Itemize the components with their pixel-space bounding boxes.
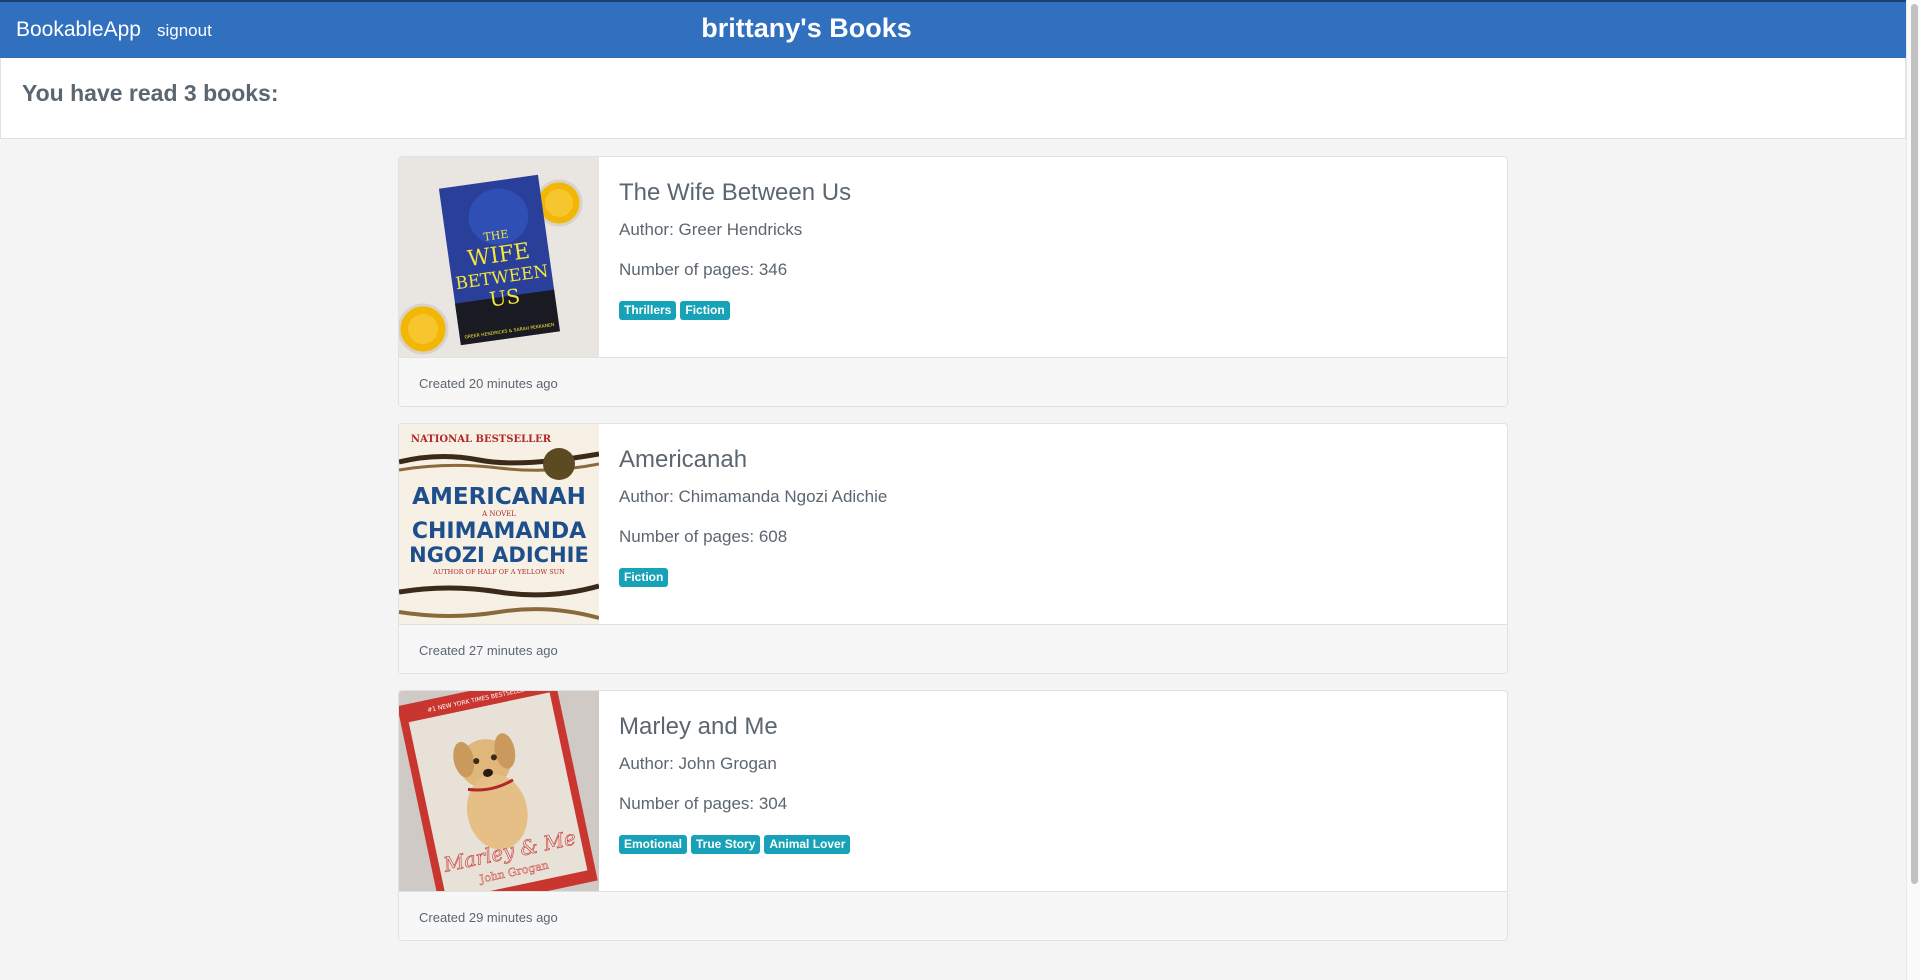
tag-badge[interactable]: Emotional xyxy=(619,835,688,854)
top-navbar: BookableApp signout brittany's Books xyxy=(0,0,1906,58)
created-timestamp: Created 20 minutes ago xyxy=(419,376,558,391)
tag-badge[interactable]: Fiction xyxy=(680,301,730,320)
book-card: NATIONAL BESTSELLER AMERICANAH A NOVEL C… xyxy=(398,423,1508,674)
book-cover-image: #1 NEW YORK TIMES BESTSELLER Marley & Me… xyxy=(399,691,599,891)
book-author: Author: Greer Hendricks xyxy=(619,220,803,239)
book-card-body: Americanah Author: Chimamanda Ngozi Adic… xyxy=(599,424,1507,624)
scrollbar-thumb[interactable] xyxy=(1911,4,1918,884)
summary-panel: You have read 3 books: xyxy=(0,58,1906,139)
tag-list: Thrillers Fiction xyxy=(619,301,730,320)
created-timestamp: Created 29 minutes ago xyxy=(419,910,558,925)
book-card-footer: Created 27 minutes ago xyxy=(399,624,1507,673)
svg-text:AMERICANAH: AMERICANAH xyxy=(412,484,586,510)
svg-text:CHIMAMANDA: CHIMAMANDA xyxy=(412,519,586,544)
cover-text: NATIONAL BESTSELLER xyxy=(411,434,552,445)
book-cover-image: NATIONAL BESTSELLER AMERICANAH A NOVEL C… xyxy=(399,424,599,624)
tag-badge[interactable]: Fiction xyxy=(619,568,669,587)
svg-text:A NOVEL: A NOVEL xyxy=(481,510,516,518)
created-timestamp: Created 27 minutes ago xyxy=(419,643,558,658)
page-title: brittany's Books xyxy=(701,13,912,43)
book-cover-image: THE WIFE BETWEEN US GREER HENDRICKS & SA… xyxy=(399,157,599,357)
book-card: #1 NEW YORK TIMES BESTSELLER Marley & Me… xyxy=(398,690,1508,941)
book-pages: Number of pages: 304 xyxy=(619,794,788,813)
book-pages: Number of pages: 346 xyxy=(619,260,788,279)
tag-list: Fiction xyxy=(619,568,669,587)
svg-text:NGOZI ADICHIE: NGOZI ADICHIE xyxy=(409,543,589,567)
svg-text:US: US xyxy=(488,284,522,312)
book-author: Author: John Grogan xyxy=(619,754,777,773)
svg-text:AUTHOR OF HALF OF A YELLOW SUN: AUTHOR OF HALF OF A YELLOW SUN xyxy=(432,568,565,576)
tag-badge[interactable]: Animal Lover xyxy=(764,835,851,854)
tag-badge[interactable]: Thrillers xyxy=(619,301,677,320)
book-card-body: The Wife Between Us Author: Greer Hendri… xyxy=(599,157,1507,357)
book-pages: Number of pages: 608 xyxy=(619,527,788,546)
book-author: Author: Chimamanda Ngozi Adichie xyxy=(619,487,888,506)
page-scrollbar[interactable] xyxy=(1906,0,1920,980)
tag-list: Emotional True Story Animal Lover xyxy=(619,835,851,854)
book-card-footer: Created 29 minutes ago xyxy=(399,891,1507,940)
book-card-footer: Created 20 minutes ago xyxy=(399,357,1507,406)
books-read-heading: You have read 3 books: xyxy=(22,80,279,106)
book-card-body: Marley and Me Author: John Grogan Number… xyxy=(599,691,1507,891)
book-title[interactable]: The Wife Between Us xyxy=(619,179,851,207)
book-title[interactable]: Marley and Me xyxy=(619,713,778,741)
book-title[interactable]: Americanah xyxy=(619,446,747,474)
tag-badge[interactable]: True Story xyxy=(691,835,761,854)
book-card: THE WIFE BETWEEN US GREER HENDRICKS & SA… xyxy=(398,156,1508,407)
